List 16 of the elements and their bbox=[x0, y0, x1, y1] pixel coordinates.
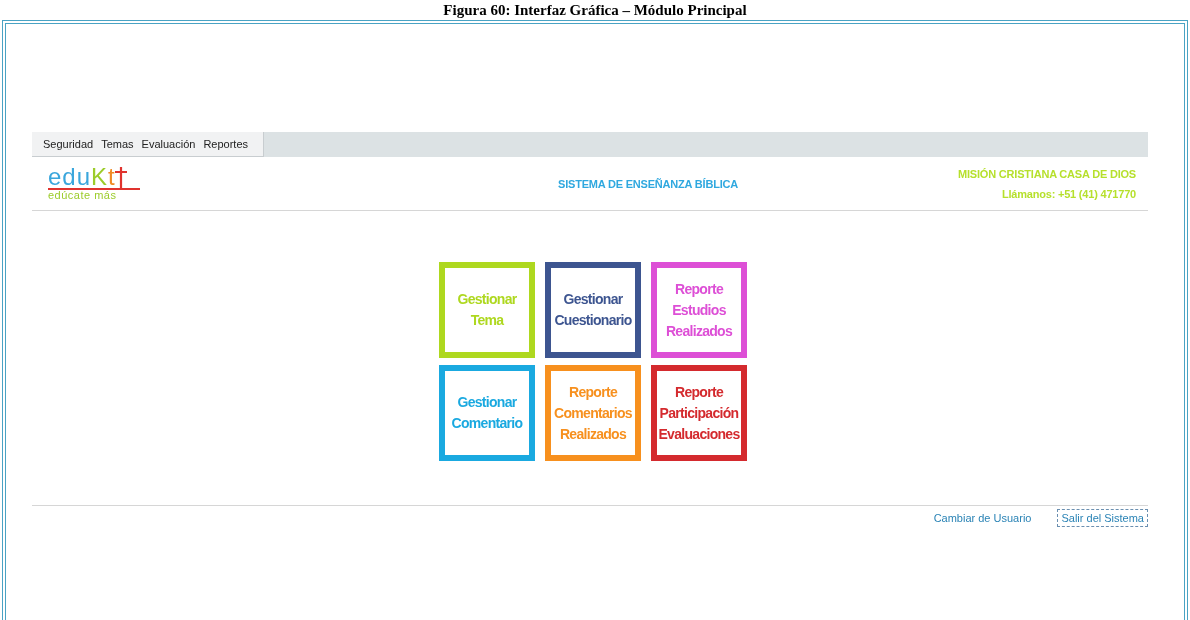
figure-caption: Figura 60: Interfaz Gráfica – Módulo Principal bbox=[443, 1, 747, 19]
module-tile[interactable]: Gestionar Cuestionario bbox=[545, 262, 641, 358]
module-tile[interactable]: Reporte Estudios Realizados bbox=[651, 262, 747, 358]
footer-link[interactable]: Salir del Sistema bbox=[1057, 509, 1148, 527]
organization-name: MISIÓN CRISTIANA CASA DE DIOS bbox=[958, 167, 1136, 180]
module-tile[interactable]: Gestionar Comentario bbox=[439, 365, 535, 461]
logo-text: eduKt bbox=[48, 166, 116, 188]
system-title: SISTEMA DE ENSEÑANZA BÍBLICA bbox=[558, 177, 738, 190]
menu-item[interactable]: Temas bbox=[98, 138, 137, 150]
footer-link[interactable]: Cambiar de Usuario bbox=[929, 509, 1036, 527]
menu-item[interactable]: Evaluación bbox=[138, 138, 199, 150]
menu-item[interactable]: Seguridad bbox=[40, 138, 97, 150]
logo-tagline: edúcate más bbox=[48, 190, 118, 201]
menu-item[interactable]: Reportes bbox=[200, 138, 252, 150]
module-tile[interactable]: Reporte Participación Evaluaciones bbox=[651, 365, 747, 461]
phone-number: Llámanos: +51 (41) 471770 bbox=[1001, 187, 1136, 200]
